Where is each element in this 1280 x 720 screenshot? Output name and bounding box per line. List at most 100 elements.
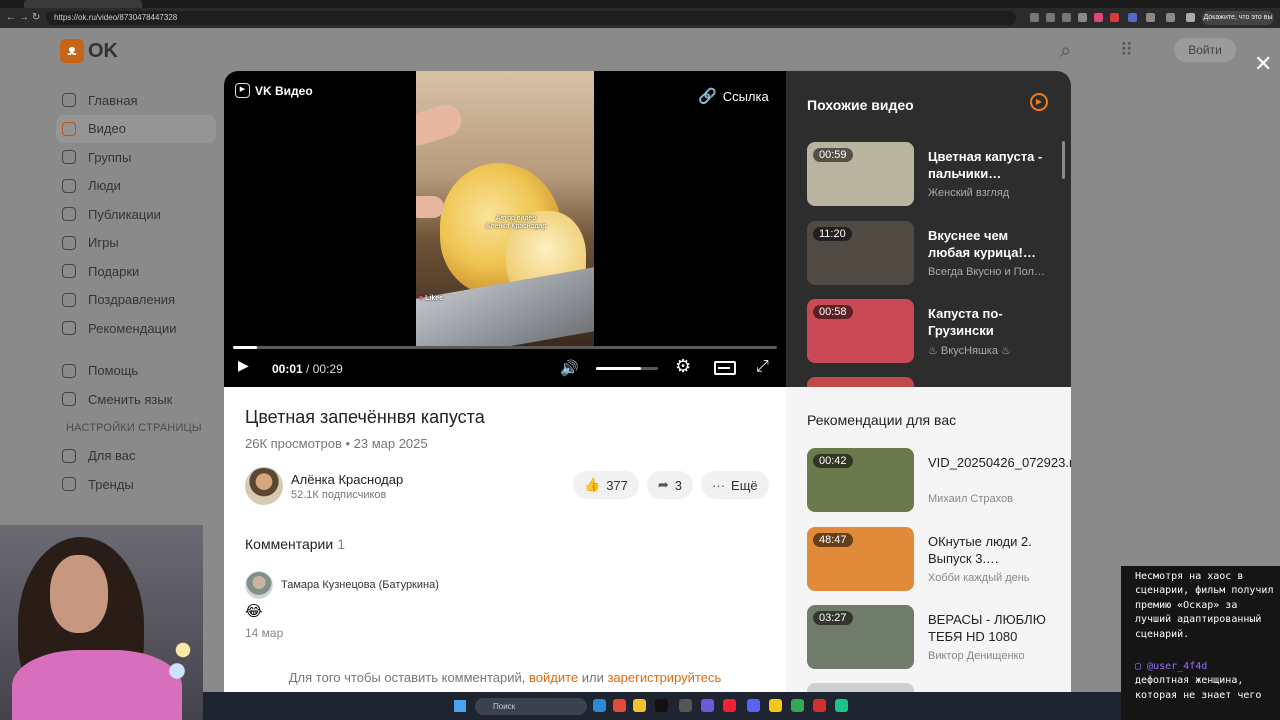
recommended-video-card[interactable]: 00:42 VID_20250426_072923.mp4 Михаил Стр…: [807, 448, 1071, 512]
duration-badge: 11:20: [813, 227, 852, 241]
obs-icon[interactable]: [813, 699, 826, 712]
teams-icon[interactable]: [701, 699, 714, 712]
video-card-title[interactable]: Цветная капуста - пальчики…: [928, 148, 1052, 182]
extension-icon[interactable]: [1110, 13, 1119, 22]
sidebar-item-recommendations[interactable]: Рекомендации: [56, 314, 216, 343]
video-player[interactable]: ▶ VK Видео 🔗 Ссылка Автор видео Алёнка К…: [224, 71, 786, 387]
register-link[interactable]: зарегистрируйтесь: [607, 670, 721, 685]
sidebar-item-language[interactable]: Сменить язык: [56, 385, 216, 414]
profile-icon[interactable]: [1186, 13, 1195, 22]
bookmark-icon[interactable]: [1078, 13, 1087, 22]
progress-bar[interactable]: [233, 346, 777, 349]
taskbar-search[interactable]: Поиск: [475, 698, 587, 715]
video-thumbnail[interactable]: 00:58: [807, 299, 914, 363]
like-button[interactable]: 👍 377: [573, 471, 639, 499]
app-icon[interactable]: [835, 699, 848, 712]
yandex-icon[interactable]: [723, 699, 736, 712]
author-name[interactable]: Алёнка Краснодар: [291, 472, 403, 487]
app-icon[interactable]: [769, 699, 782, 712]
video-thumbnail[interactable]: [807, 377, 914, 387]
close-modal-icon[interactable]: ✕: [1254, 53, 1272, 75]
apps-grid-icon[interactable]: ⠿: [1120, 40, 1133, 61]
recommended-video-card[interactable]: 03:27 ВЕРАСЫ - ЛЮБЛЮ ТЕБЯ HD 1080 Виктор…: [807, 605, 1061, 669]
similar-video-card[interactable]: 11:20 Вкуснее чем любая курица!… Всегда …: [807, 221, 1061, 285]
browser-tab[interactable]: [24, 0, 142, 8]
extension-icon[interactable]: [1128, 13, 1137, 22]
sidebar-item-for-you[interactable]: Для вас: [56, 442, 216, 471]
autoplay-icon[interactable]: ▶: [1030, 93, 1048, 111]
avatar[interactable]: [245, 571, 273, 599]
chrome-icon[interactable]: [613, 699, 626, 712]
forward-icon[interactable]: →: [19, 12, 29, 24]
video-thumbnail[interactable]: 48:47: [807, 527, 914, 591]
recommended-video-card[interactable]: 48:47 ОКнутые люди 2. Выпуск 3.… Хобби к…: [807, 527, 1061, 591]
video-card-title[interactable]: ВЕРАСЫ - ЛЮБЛЮ ТЕБЯ HD 1080: [928, 611, 1052, 645]
progress-fill: [233, 346, 258, 349]
player-controls: ▶ 00:01 / 00:29 🔊 ⚙ ⤢: [224, 356, 786, 379]
search-icon[interactable]: ⌕: [1060, 40, 1071, 63]
video-card-title[interactable]: ОКнутые люди 2. Выпуск 3.…: [928, 533, 1052, 567]
extension-icon[interactable]: [1094, 13, 1103, 22]
scrollbar[interactable]: [1062, 141, 1065, 179]
video-thumbnail[interactable]: 00:59: [807, 142, 914, 206]
video-card-channel[interactable]: Виктор Денищенко: [928, 650, 1052, 662]
login-link[interactable]: войдите: [529, 670, 578, 685]
app-icon[interactable]: [791, 699, 804, 712]
verify-pill[interactable]: Докажите, что это вы: [1202, 11, 1274, 25]
sidebar-item-groups[interactable]: Группы: [56, 143, 216, 172]
windows-start-icon[interactable]: [454, 700, 466, 712]
sidebar-item-trends[interactable]: Тренды: [56, 470, 216, 499]
volume-slider[interactable]: [596, 367, 658, 370]
sidebar-item-home[interactable]: Главная: [56, 86, 216, 115]
similar-video-card[interactable]: 00:59 Цветная капуста - пальчики… Женски…: [807, 142, 1061, 206]
sidebar-item-publications[interactable]: Публикации: [56, 200, 216, 229]
play-icon[interactable]: ▶: [238, 357, 249, 374]
folder-icon[interactable]: [633, 699, 646, 712]
sidebar-item-people[interactable]: Люди: [56, 172, 216, 201]
sidebar-item-gifts[interactable]: Подарки: [56, 257, 216, 286]
discord-icon[interactable]: [747, 699, 760, 712]
vk-video-icon: ▶: [235, 83, 250, 98]
video-card-channel[interactable]: ♨ ВкусНяшка ♨: [928, 344, 1052, 357]
sidebar-item-games[interactable]: Игры: [56, 229, 216, 258]
settings-gear-icon[interactable]: ⚙: [675, 356, 691, 377]
sidebar-item-greetings[interactable]: Поздравления: [56, 286, 216, 315]
share-button[interactable]: ➦ 3: [646, 471, 694, 499]
video-card-channel[interactable]: Всегда Вкусно и Пол…: [928, 266, 1052, 278]
video-card-title[interactable]: Капуста по-Грузински: [928, 305, 1052, 339]
video-thumbnail[interactable]: [807, 683, 914, 692]
extension-icon[interactable]: [1146, 13, 1155, 22]
app-icon[interactable]: [679, 699, 692, 712]
sidebar-item-video[interactable]: Видео: [56, 114, 216, 143]
extension-icon[interactable]: [1062, 13, 1071, 22]
reload-icon[interactable]: ↻: [32, 12, 40, 24]
miniplayer-icon[interactable]: [714, 361, 736, 375]
back-icon[interactable]: ←: [6, 12, 16, 24]
extensions-puzzle-icon[interactable]: [1166, 13, 1175, 22]
video-card-channel[interactable]: Хобби каждый день: [928, 572, 1052, 584]
login-button[interactable]: Войти: [1174, 38, 1236, 62]
video-thumbnail[interactable]: 11:20: [807, 221, 914, 285]
tiktok-icon[interactable]: [655, 699, 668, 712]
video-thumbnail[interactable]: 00:42: [807, 448, 914, 512]
edge-icon[interactable]: [593, 699, 606, 712]
video-card-channel[interactable]: Женский взгляд: [928, 187, 1052, 199]
extension-icon[interactable]: [1046, 13, 1055, 22]
ok-logo[interactable]: ᴥ OK: [60, 39, 118, 63]
extension-icon[interactable]: [1030, 13, 1039, 22]
video-card-title[interactable]: Вкуснее чем любая курица!…: [928, 227, 1052, 261]
avatar[interactable]: [245, 467, 283, 505]
fullscreen-icon[interactable]: ⤢: [756, 358, 769, 376]
author-block[interactable]: Алёнка Краснодар 52.1К подписчиков: [245, 467, 403, 505]
url-field[interactable]: https://ok.ru/video/8730478447328: [46, 11, 1016, 25]
chat-message: Несмотря на хаос в сценарии, фильм получ…: [1135, 571, 1274, 640]
copy-link-button[interactable]: 🔗 Ссылка: [698, 87, 769, 105]
volume-icon[interactable]: 🔊: [560, 359, 579, 377]
more-button[interactable]: ··· Ещё: [701, 471, 769, 499]
similar-video-card[interactable]: 00:58 Капуста по-Грузински ♨ ВкусНяшка ♨: [807, 299, 1061, 363]
video-card-channel[interactable]: Михаил Страхов: [928, 493, 1052, 505]
video-thumbnail[interactable]: 03:27: [807, 605, 914, 669]
video-card-title[interactable]: VID_20250426_072923.mp4: [928, 454, 1071, 471]
comment-author[interactable]: Тамара Кузнецова (Батуркина): [281, 579, 439, 591]
sidebar-item-help[interactable]: Помощь: [56, 357, 216, 386]
